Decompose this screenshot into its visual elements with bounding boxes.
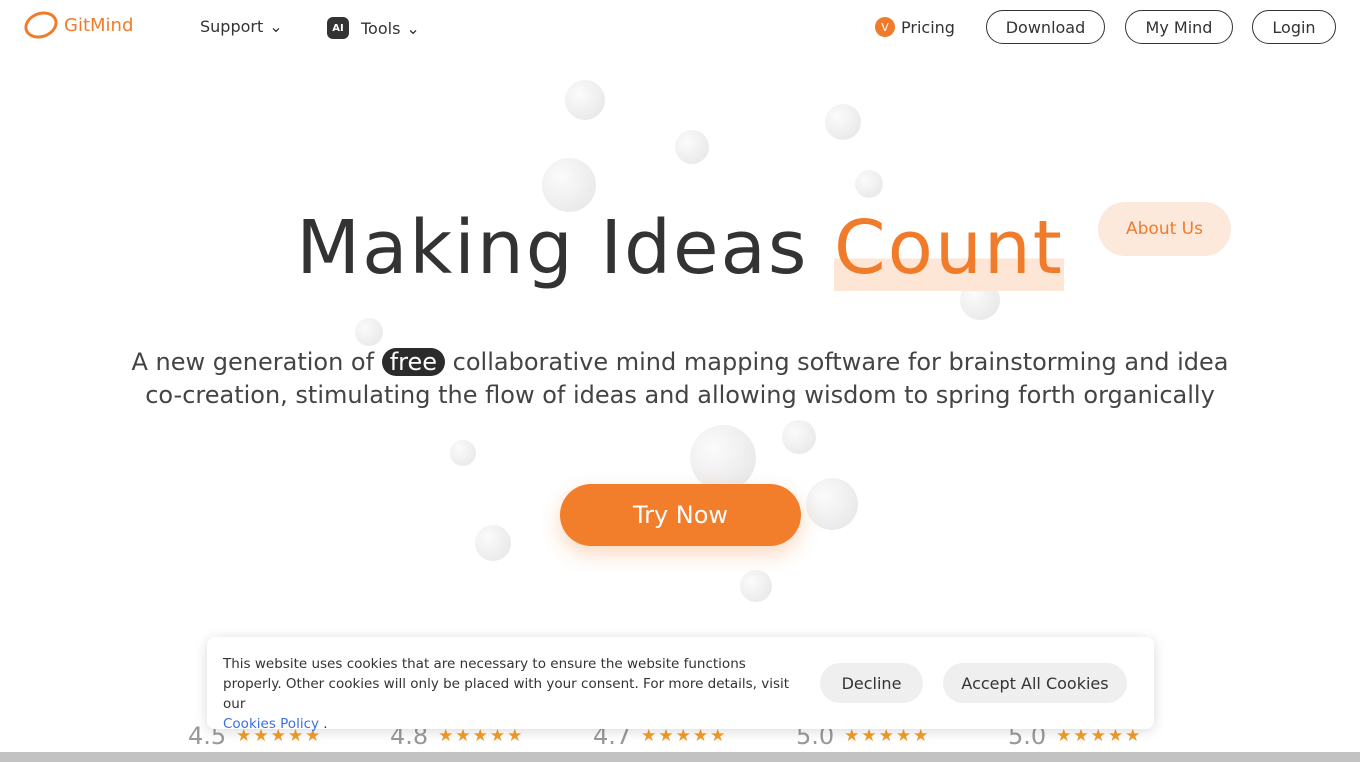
cookie-text: This website uses cookies that are neces… xyxy=(223,656,790,732)
try-now-button[interactable]: Try Now xyxy=(560,484,801,546)
hero-subtitle: A new generation of free collaborative m… xyxy=(131,348,1229,409)
chevron-down-icon: ⌄ xyxy=(406,18,420,38)
nav-tools[interactable]: AI Tools ⌄ xyxy=(327,17,420,39)
chevron-down-icon: ⌄ xyxy=(269,17,283,36)
stars-icon: ★★★★★ xyxy=(844,726,931,746)
vip-icon: V xyxy=(875,17,895,37)
login-button[interactable]: Login xyxy=(1252,10,1336,44)
free-badge: free xyxy=(381,348,446,376)
logo-icon xyxy=(20,6,62,44)
accept-all-cookies-button[interactable]: Accept All Cookies xyxy=(943,663,1127,703)
horizontal-scrollbar[interactable] xyxy=(0,752,1360,762)
stars-icon: ★★★★★ xyxy=(1056,726,1143,746)
cookies-policy-link[interactable]: Cookies Policy xyxy=(223,716,319,732)
top-nav: GitMind Support ⌄ AI Tools ⌄ V Pricing Downl… xyxy=(0,0,1360,54)
ai-icon: AI xyxy=(327,17,349,39)
download-button[interactable]: Download xyxy=(986,10,1105,44)
my-mind-button[interactable]: My Mind xyxy=(1125,10,1233,44)
cookie-banner: This website uses cookies that are neces… xyxy=(207,637,1154,732)
logo[interactable]: GitMind xyxy=(20,6,133,44)
nav-pricing[interactable]: V Pricing xyxy=(875,17,955,37)
about-us-button[interactable]: About Us xyxy=(1098,202,1231,256)
decline-button[interactable]: Decline xyxy=(820,663,923,703)
nav-support[interactable]: Support ⌄ xyxy=(200,17,283,36)
